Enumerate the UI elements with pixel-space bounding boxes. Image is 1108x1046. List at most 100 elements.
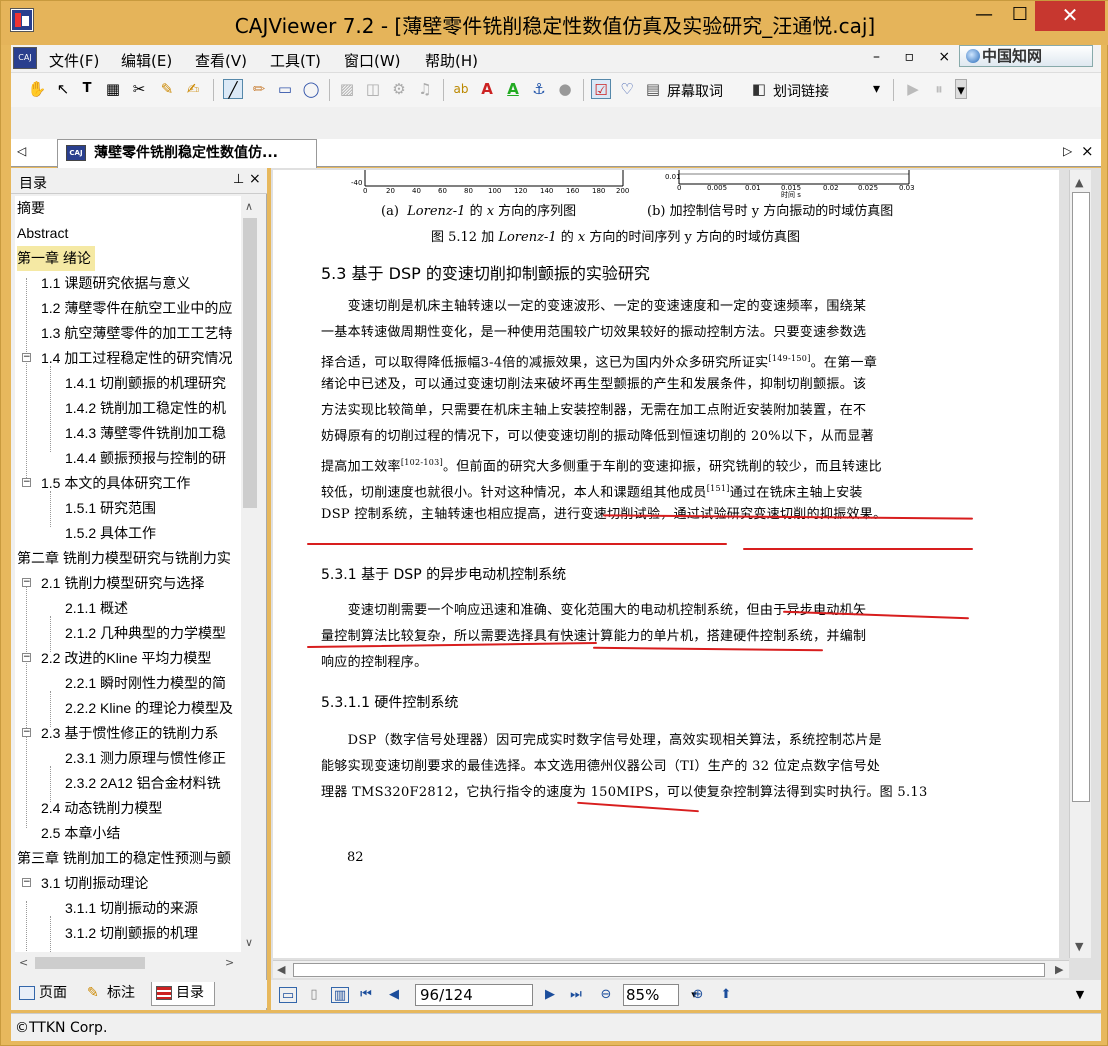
collapse-toggle[interactable]: − bbox=[22, 353, 31, 362]
menu-edit[interactable]: 编辑(E) bbox=[121, 50, 172, 71]
toc-item[interactable]: 2.2.1 瞬时刚性力模型的简 bbox=[65, 671, 226, 696]
citation[interactable]: [149-150] bbox=[768, 354, 810, 363]
collapse-toggle[interactable]: − bbox=[22, 653, 31, 662]
tab-toc[interactable]: 目录 bbox=[151, 982, 215, 1006]
tab-close-button[interactable]: × bbox=[1081, 142, 1094, 160]
toc-item[interactable]: 1.5.1 研究范围 bbox=[65, 496, 156, 521]
zoom-out-icon[interactable]: ⊖ bbox=[597, 987, 615, 1003]
toc-scroll-thumb[interactable] bbox=[243, 218, 257, 508]
toc-item[interactable]: 2.1 铣削力模型研究与选择 bbox=[41, 571, 204, 596]
screen-word-button[interactable]: 屏幕取词 bbox=[667, 81, 723, 101]
toc-item[interactable]: 2.5 本章小结 bbox=[41, 821, 120, 846]
sound-icon[interactable]: ♫ bbox=[415, 79, 435, 99]
menu-tools[interactable]: 工具(T) bbox=[270, 50, 321, 71]
eraser-icon[interactable]: ▨ bbox=[337, 79, 357, 99]
document-hscroll-thumb[interactable] bbox=[293, 963, 1045, 977]
document-icon[interactable]: CAJ bbox=[13, 47, 37, 69]
toc-item[interactable]: 1.4 加工过程稳定性的研究情况 bbox=[41, 346, 232, 371]
toc-item[interactable]: 1.4.2 铣削加工稳定性的机 bbox=[65, 396, 226, 421]
toc-close-button[interactable]: × bbox=[249, 171, 261, 187]
minimize-button[interactable]: — bbox=[963, 1, 1005, 31]
note-icon[interactable]: ✍ bbox=[183, 79, 203, 99]
collapse-toggle[interactable]: − bbox=[22, 728, 31, 737]
facing-pages-view-icon[interactable]: ▥ bbox=[331, 987, 349, 1003]
scroll-down-arrow[interactable]: ▼ bbox=[1075, 940, 1083, 953]
continuous-view-icon[interactable]: ▯ bbox=[305, 987, 323, 1003]
rectangle-tool-icon[interactable]: ▭ bbox=[275, 79, 295, 99]
toc-item[interactable]: 2.4 动态铣削力模型 bbox=[41, 796, 162, 821]
stamp-icon[interactable]: ◫ bbox=[363, 79, 383, 99]
menu-file[interactable]: 文件(F) bbox=[49, 50, 99, 71]
toc-item[interactable]: 1.3 航空薄壁零件的加工工艺特 bbox=[41, 321, 232, 346]
toc-horizontal-scrollbar[interactable]: < > bbox=[15, 954, 241, 972]
collapse-toggle[interactable]: − bbox=[22, 878, 31, 887]
next-page-icon[interactable]: ▶ bbox=[541, 987, 559, 1003]
word-link-dropdown[interactable]: ▾ bbox=[873, 81, 880, 97]
scroll-right-arrow[interactable]: ▶ bbox=[1055, 963, 1063, 976]
anchor-icon[interactable]: ⚓ bbox=[529, 79, 549, 99]
annotation-user-icon[interactable]: ● bbox=[555, 79, 575, 99]
toc-item[interactable]: 2.1.1 概述 bbox=[65, 596, 128, 621]
menu-help[interactable]: 帮助(H) bbox=[425, 50, 478, 71]
document-horizontal-scrollbar[interactable]: ◀ ▶ bbox=[273, 960, 1069, 978]
text-select-icon[interactable]: T bbox=[77, 79, 97, 99]
toc-item[interactable]: 1.5.2 具体工作 bbox=[65, 521, 156, 546]
toc-item[interactable]: 2.1.2 几种典型的力学模型 bbox=[65, 621, 226, 646]
tab-scroll-right[interactable]: ▷ bbox=[1063, 144, 1072, 158]
tab-scroll-left[interactable]: ◁ bbox=[17, 144, 26, 158]
scroll-left-arrow[interactable]: ◀ bbox=[277, 963, 285, 976]
toc-item[interactable]: 1.1 课题研究依据与意义 bbox=[41, 271, 190, 296]
collapse-toggle[interactable]: − bbox=[22, 478, 31, 487]
settings-gear-icon[interactable]: ⚙ bbox=[389, 79, 409, 99]
screen-word-icon[interactable]: ▤ bbox=[643, 79, 663, 99]
select-arrow-icon[interactable]: ↖ bbox=[53, 79, 73, 99]
highlight-text-icon[interactable]: ab bbox=[451, 79, 471, 99]
menu-view[interactable]: 查看(V) bbox=[195, 50, 247, 71]
zoom-in-icon[interactable]: ⊕ bbox=[689, 987, 707, 1003]
scroll-up-arrow[interactable]: ▲ bbox=[1075, 176, 1083, 189]
first-page-icon[interactable]: ⏮ bbox=[357, 987, 375, 1003]
toc-item[interactable]: 第三章 铣削加工的稳定性预测与颤 bbox=[17, 846, 231, 871]
line-tool-icon[interactable]: ╱ bbox=[223, 79, 243, 99]
last-page-icon[interactable]: ⏭ bbox=[567, 987, 585, 1003]
scroll-down-arrow[interactable]: ∨ bbox=[245, 936, 253, 949]
red-underline-annotation[interactable] bbox=[307, 543, 727, 545]
hand-tool-icon[interactable]: ✋ bbox=[27, 79, 47, 99]
toc-item[interactable]: 3.1.2 切削颤振的机理 bbox=[65, 921, 198, 946]
ellipse-tool-icon[interactable]: ◯ bbox=[301, 79, 321, 99]
show-annotations-icon[interactable]: ☑ bbox=[591, 79, 611, 99]
single-page-view-icon[interactable]: ▭ bbox=[279, 987, 297, 1003]
toolbar-overflow-icon[interactable]: ▾ bbox=[955, 79, 967, 99]
toc-item-selected[interactable]: 第一章 绪论 bbox=[17, 246, 95, 271]
strikeout-text-icon[interactable]: A bbox=[477, 79, 497, 99]
toc-item[interactable]: 1.5 本文的具体研究工作 bbox=[41, 471, 190, 496]
scroll-right-arrow[interactable]: > bbox=[225, 956, 234, 969]
underline-text-icon[interactable]: A bbox=[503, 79, 523, 99]
document-scroll-thumb[interactable] bbox=[1072, 192, 1090, 802]
scroll-left-arrow[interactable]: < bbox=[19, 956, 28, 969]
toc-item[interactable]: 摘要 bbox=[17, 196, 45, 221]
document-page[interactable]: -40 0 20 40 60 80 100 120 140 160 180 20… bbox=[273, 170, 1059, 958]
close-button[interactable]: ✕ bbox=[1035, 1, 1105, 31]
toc-item[interactable]: Abstract bbox=[17, 221, 68, 246]
collapse-toggle[interactable]: − bbox=[22, 578, 31, 587]
zoom-level-input[interactable]: 85% bbox=[623, 984, 679, 1006]
pause-icon[interactable]: ⏸ bbox=[929, 79, 949, 99]
go-up-icon[interactable]: ⬆ bbox=[717, 987, 735, 1003]
tab-pages[interactable]: 页面 bbox=[15, 982, 79, 1006]
scroll-down-arrow[interactable]: ▼ bbox=[1071, 987, 1089, 1003]
tab-document[interactable]: CAJ 薄壁零件铣削稳定性数值仿... bbox=[57, 139, 317, 168]
toc-item[interactable]: 2.2 改进的Kline 平均力模型 bbox=[41, 646, 211, 671]
toc-item[interactable]: 2.3 基于惯性修正的铣削力系 bbox=[41, 721, 218, 746]
toc-item[interactable]: 1.4.3 薄壁零件铣削加工稳 bbox=[65, 421, 226, 446]
image-select-icon[interactable]: ▦ bbox=[103, 79, 123, 99]
link-icon[interactable]: ♡ bbox=[617, 79, 637, 99]
maximize-button[interactable]: ☐ bbox=[1005, 1, 1035, 31]
toc-item[interactable]: 2.2.2 Kline 的理论力模型及 bbox=[65, 696, 233, 721]
toc-item[interactable]: 1.2 薄壁零件在航空工业中的应 bbox=[41, 296, 232, 321]
toc-vertical-scrollbar[interactable]: ∧ ∨ bbox=[241, 196, 259, 952]
citation[interactable]: [151] bbox=[707, 484, 730, 493]
tab-annotations[interactable]: ✎ 标注 bbox=[83, 982, 147, 1006]
document-vertical-scrollbar[interactable]: ▲ ▼ bbox=[1069, 170, 1091, 958]
red-underline-annotation[interactable] bbox=[743, 548, 973, 550]
